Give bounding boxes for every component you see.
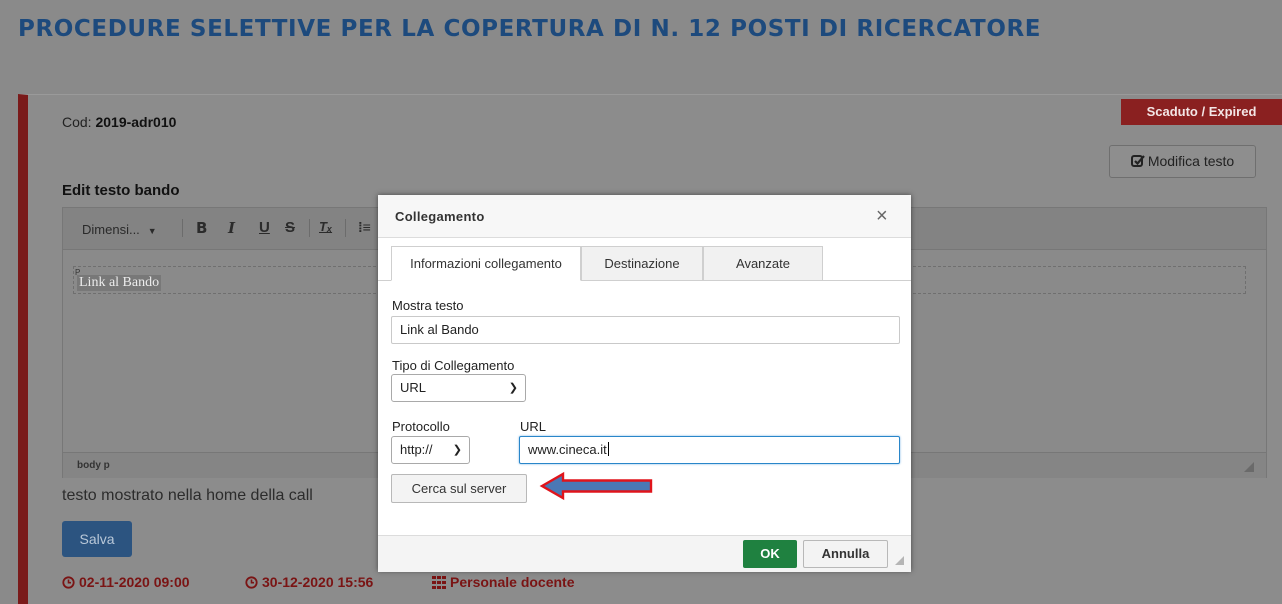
underline-button[interactable]: U [259, 219, 270, 236]
text-caret [607, 442, 609, 456]
status-badge: Scaduto / Expired [1121, 99, 1282, 125]
editor-hint: testo mostrato nella home della call [62, 487, 313, 504]
save-button[interactable]: Salva [62, 521, 132, 557]
remove-format-icon: Tₓ [319, 219, 333, 234]
ok-button[interactable]: OK [743, 540, 797, 568]
code-label: Cod: [62, 114, 92, 130]
category-value: Personale docente [450, 574, 575, 590]
end-datetime: 30-12-2020 15:56 [245, 574, 373, 590]
code-value: 2019-adr010 [95, 114, 177, 130]
grid-icon [432, 576, 446, 589]
toolbar-separator [345, 219, 346, 237]
bold-button[interactable]: B [196, 219, 207, 237]
remove-format-button[interactable]: Tₓ [319, 219, 332, 234]
close-icon[interactable]: × [876, 206, 888, 226]
end-datetime-value: 30-12-2020 15:56 [262, 574, 374, 590]
chevron-down-icon: ❯ [452, 444, 462, 456]
url-label: URL [520, 419, 547, 434]
protocol-select[interactable]: http:// ❯ [391, 436, 470, 464]
chevron-down-icon: ▼ [147, 226, 157, 236]
page-title: PROCEDURE SELETTIVE PER LA COPERTURA DI … [18, 16, 1042, 42]
start-datetime-value: 02-11-2020 09:00 [79, 574, 190, 590]
url-value: www.cineca.it [528, 442, 607, 457]
toolbar-separator [182, 219, 183, 237]
chevron-down-icon: ❯ [508, 382, 518, 394]
editor-selected-text[interactable]: Link al Bando [77, 275, 162, 291]
modifica-testo-button[interactable]: Modifica testo [1109, 145, 1256, 178]
url-field[interactable]: www.cineca.it [519, 436, 900, 464]
category: Personale docente [432, 574, 575, 590]
edit-section-heading: Edit testo bando [62, 182, 180, 199]
start-datetime: 02-11-2020 09:00 [62, 574, 190, 590]
tab-avanzate[interactable]: Avanzate [703, 246, 823, 281]
edit-check-icon [1130, 155, 1145, 167]
toolbar-separator [309, 219, 310, 237]
clock-icon [245, 576, 258, 589]
protocol-value: http:// [400, 442, 433, 457]
numbered-list-icon: ⁞≡ [358, 219, 371, 235]
link-type-label: Tipo di Collegamento [392, 358, 515, 373]
display-text-label: Mostra testo [392, 298, 464, 313]
display-text-field[interactable]: Link al Bando [391, 316, 900, 344]
italic-button[interactable]: I [228, 219, 235, 237]
font-size-combo-label: Dimensi... [82, 222, 140, 237]
numbered-list-button[interactable]: ⁞≡ [358, 219, 371, 235]
left-arrow-annotation [539, 471, 653, 501]
link-type-value: URL [400, 380, 427, 395]
modifica-testo-label: Modifica testo [1147, 153, 1235, 169]
tab-informazioni-collegamento[interactable]: Informazioni collegamento [391, 246, 581, 281]
dialog-resize-handle[interactable] [895, 556, 904, 565]
editor-resize-handle[interactable] [1244, 462, 1254, 472]
cancel-button[interactable]: Annulla [803, 540, 888, 568]
browse-server-button[interactable]: Cerca sul server [391, 474, 527, 503]
font-size-combo[interactable]: Dimensi... ▼ [82, 222, 157, 237]
link-type-select[interactable]: URL ❯ [391, 374, 526, 402]
tab-destinazione[interactable]: Destinazione [581, 246, 703, 281]
code-line: Cod: 2019-adr010 [62, 114, 176, 130]
strikethrough-button[interactable]: S [285, 219, 295, 236]
clock-icon [62, 576, 75, 589]
dialog-title: Collegamento [395, 209, 485, 224]
protocol-label: Protocollo [392, 419, 450, 434]
element-path[interactable]: body p [77, 460, 110, 471]
